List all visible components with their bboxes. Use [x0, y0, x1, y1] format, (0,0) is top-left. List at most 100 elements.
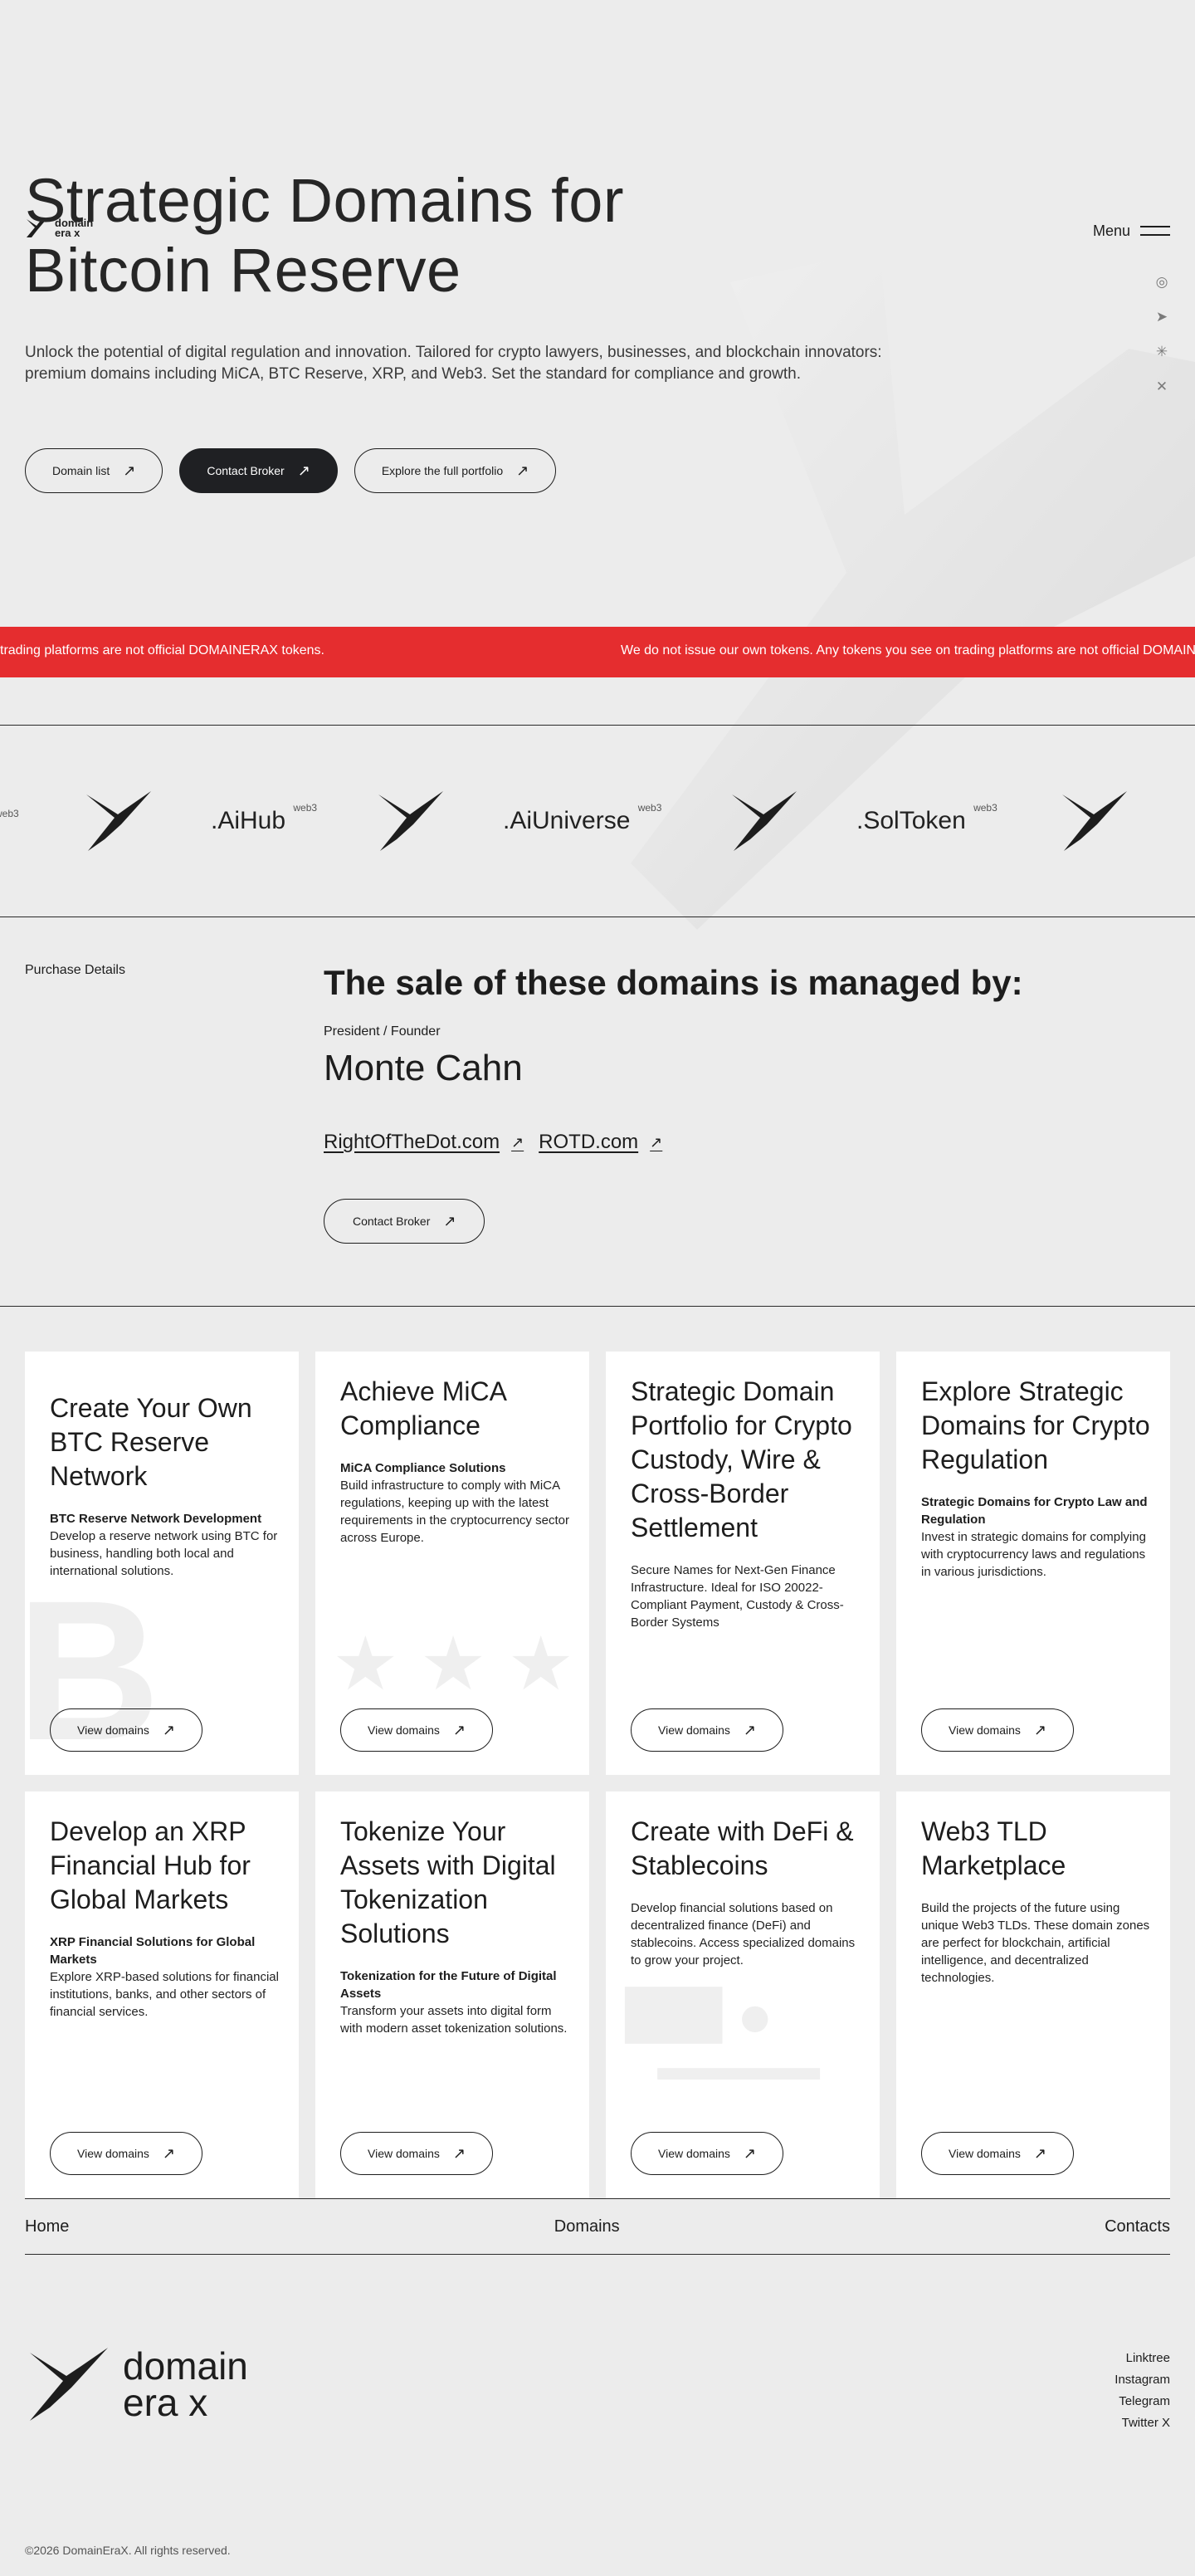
- contact-broker-label: Contact Broker: [353, 1215, 431, 1228]
- arrow-up-right-icon: ↗: [743, 2145, 756, 2162]
- strip-tag: web3: [0, 808, 19, 819]
- arrow-up-right-icon: ↗: [297, 462, 310, 479]
- broker-role: President / Founder: [324, 1024, 441, 1039]
- footer-links: Linktree Instagram Telegram Twitter X: [1115, 2351, 1170, 2430]
- view-domains-label: View domains: [368, 1723, 440, 1737]
- link-label: ROTD.com: [539, 1131, 639, 1153]
- x-logo-icon: [732, 791, 797, 851]
- strip-domain-aiuniverse[interactable]: .AiUniverse web3: [503, 725, 661, 917]
- card-title: Tokenize Your Assets with Digital Tokeni…: [340, 1816, 556, 1948]
- card-crypto-regulation[interactable]: Explore Strategic Domains for Crypto Reg…: [896, 1352, 1170, 1775]
- card-crypto-custody[interactable]: Strategic Domain Portfolio for Crypto Cu…: [606, 1352, 880, 1775]
- domain-category-cards: B Create Your Own BTC Reserve Network BT…: [25, 1352, 1170, 2198]
- footer-logo[interactable]: domain era x: [25, 2346, 248, 2422]
- strip-tag-left: web3: [0, 725, 19, 917]
- rotd-link[interactable]: ROTD.com ↗: [539, 1131, 662, 1154]
- domain-name: .AiUniverse: [503, 807, 631, 834]
- menu-button[interactable]: Menu: [1093, 222, 1170, 240]
- card-subtitle: Tokenization for the Future of Digital A…: [340, 1969, 557, 2001]
- view-domains-label: View domains: [658, 2147, 730, 2160]
- contact-broker-button[interactable]: Contact Broker ↗: [179, 448, 338, 493]
- strip-logo-x: [1059, 725, 1130, 917]
- hero-buttons: Domain list ↗ Contact Broker ↗ Explore t…: [25, 448, 557, 493]
- card-title: Create Your Own BTC Reserve Network: [50, 1393, 252, 1491]
- card-title: Explore Strategic Domains for Crypto Reg…: [921, 1376, 1150, 1474]
- x-logo-icon: [86, 791, 151, 851]
- domain-list-button[interactable]: Domain list ↗: [25, 448, 163, 493]
- arrow-up-right-icon: ↗: [743, 1722, 756, 1738]
- domain-strip: web3 .AiHub web3 .AiUniverse web3 .SolToke…: [0, 725, 1195, 917]
- view-domains-button[interactable]: View domains ↗: [921, 1708, 1074, 1752]
- card-description: Build the projects of the future using u…: [921, 1901, 1150, 1985]
- footer-link-instagram[interactable]: Instagram: [1115, 2373, 1170, 2387]
- view-domains-button[interactable]: View domains ↗: [921, 2132, 1074, 2175]
- ticker-text-1: trading platforms are not official DOMAI…: [0, 643, 324, 657]
- footer-link-telegram[interactable]: Telegram: [1115, 2394, 1170, 2408]
- card-defi[interactable]: Create with DeFi & Stablecoins Develop f…: [606, 1791, 880, 2198]
- warning-ticker: trading platforms are not official DOMAI…: [0, 627, 1195, 677]
- arrow-up-right-icon: ↗: [1033, 1722, 1046, 1738]
- view-domains-label: View domains: [658, 1723, 730, 1737]
- arrow-up-right-icon: ↗: [162, 1722, 175, 1738]
- x-logo-icon: [378, 791, 443, 851]
- linktree-icon[interactable]: ✳: [1154, 344, 1170, 360]
- footer-nav-home[interactable]: Home: [25, 2217, 69, 2236]
- card-subtitle: XRP Financial Solutions for Global Marke…: [50, 1935, 256, 1967]
- domain-name: .AiHub: [211, 807, 286, 834]
- x-icon[interactable]: ✕: [1154, 379, 1170, 395]
- view-domains-label: View domains: [77, 2147, 149, 2160]
- arrow-up-right-icon: ↗: [123, 462, 136, 479]
- hero-title: Strategic Domains for Bitcoin Reserve: [25, 166, 772, 306]
- explore-portfolio-button[interactable]: Explore the full portfolio ↗: [354, 448, 557, 493]
- x-logo-icon: [1062, 791, 1127, 851]
- footer-nav-domains[interactable]: Domains: [554, 2217, 620, 2236]
- card-subtitle: Strategic Domains for Crypto Law and Reg…: [921, 1495, 1148, 1527]
- footer-link-linktree[interactable]: Linktree: [1115, 2351, 1170, 2365]
- view-domains-button[interactable]: View domains ↗: [631, 1708, 783, 1752]
- broker-links: RightOfTheDot.com ↗ ROTD.com ↗: [324, 1131, 662, 1154]
- svg-text:★ ★ ★: ★ ★ ★: [332, 1623, 574, 1706]
- purchase-contact-broker-button[interactable]: Contact Broker ↗: [324, 1199, 485, 1244]
- strip-logo-x: [83, 725, 154, 917]
- card-description: Build infrastructure to comply with MiCA…: [340, 1479, 569, 1545]
- strip-domain-soltoken[interactable]: .SolToken web3: [856, 725, 997, 917]
- card-xrp[interactable]: Develop an XRP Financial Hub for Global …: [25, 1791, 299, 2198]
- view-domains-button[interactable]: View domains ↗: [340, 2132, 493, 2175]
- telegram-icon[interactable]: ➤: [1154, 309, 1170, 325]
- domain-tag: web3: [637, 802, 662, 814]
- arrow-up-right-icon: ↗: [452, 1722, 466, 1738]
- view-domains-label: View domains: [77, 1723, 149, 1737]
- arrow-up-right-icon: ↗: [452, 2145, 466, 2162]
- view-domains-button[interactable]: View domains ↗: [631, 2132, 783, 2175]
- divider: [0, 1306, 1195, 1307]
- explore-portfolio-label: Explore the full portfolio: [381, 464, 504, 477]
- instagram-icon[interactable]: ◎: [1154, 274, 1170, 291]
- view-domains-button[interactable]: View domains ↗: [340, 1708, 493, 1752]
- card-description: Invest in strategic domains for complyin…: [921, 1530, 1146, 1579]
- card-mica[interactable]: ★ ★ ★ Achieve MiCA Compliance MiCA Compl…: [315, 1352, 589, 1775]
- view-domains-label: View domains: [949, 1723, 1021, 1737]
- domain-tag: web3: [973, 802, 997, 814]
- ticker-text-2: We do not issue our own tokens. Any toke…: [621, 643, 1195, 657]
- card-tokenization[interactable]: Tokenize Your Assets with Digital Tokeni…: [315, 1791, 589, 2198]
- card-btc-reserve[interactable]: B Create Your Own BTC Reserve Network BT…: [25, 1352, 299, 1775]
- strip-domain-aihub[interactable]: .AiHub web3: [211, 725, 317, 917]
- arrow-up-right-icon: ↗: [162, 2145, 175, 2162]
- logo-x-icon: [30, 2348, 108, 2421]
- rightofthedot-link[interactable]: RightOfTheDot.com ↗: [324, 1131, 524, 1154]
- arrow-up-right-icon: ↗: [511, 1134, 524, 1151]
- card-title: Achieve MiCA Compliance: [340, 1376, 506, 1440]
- card-title: Create with DeFi & Stablecoins: [631, 1816, 854, 1880]
- footer-link-twitter[interactable]: Twitter X: [1115, 2416, 1170, 2430]
- footer-logo-line1: domain: [123, 2344, 248, 2388]
- card-title: Strategic Domain Portfolio for Crypto Cu…: [631, 1376, 852, 1542]
- hero-description: Unlock the potential of digital regulati…: [25, 344, 882, 383]
- card-description: Develop financial solutions based on dec…: [631, 1901, 856, 1967]
- view-domains-button[interactable]: View domains ↗: [50, 2132, 202, 2175]
- card-web3-tld[interactable]: Web3 TLD Marketplace Build the projects …: [896, 1791, 1170, 2198]
- view-domains-button[interactable]: View domains ↗: [50, 1708, 202, 1752]
- footer-nav-contacts[interactable]: Contacts: [1105, 2217, 1170, 2236]
- contact-broker-label: Contact Broker: [207, 464, 285, 477]
- strip-logo-x: [729, 725, 800, 917]
- link-label: RightOfTheDot.com: [324, 1131, 500, 1153]
